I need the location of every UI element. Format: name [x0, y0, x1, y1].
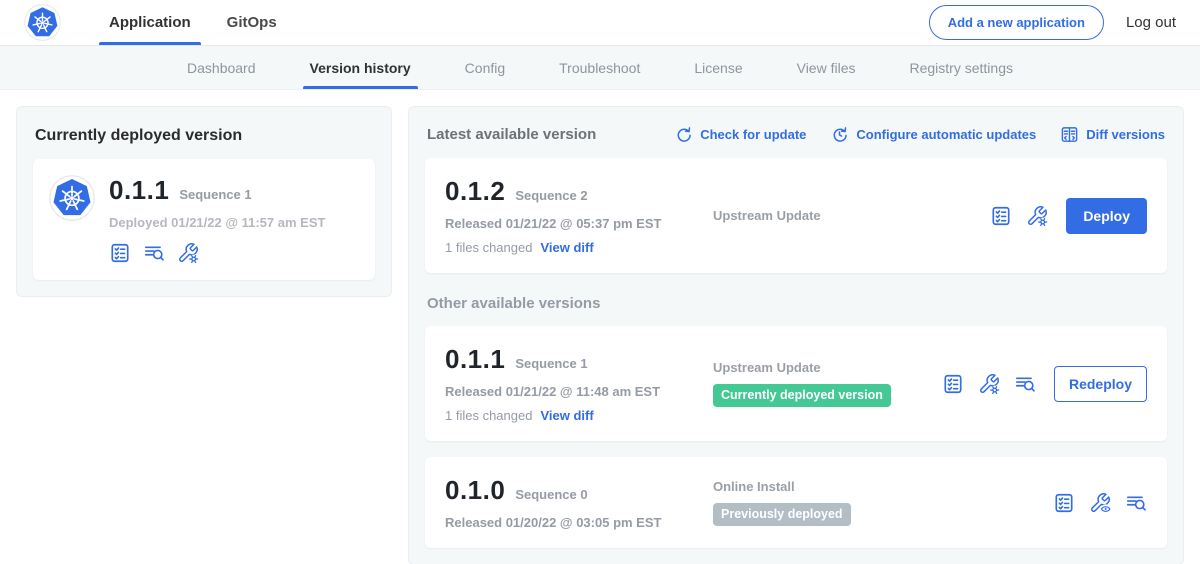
subnav-registry-settings-label: Registry settings	[910, 60, 1013, 76]
diff-columns-icon	[1060, 125, 1079, 144]
version-row-0-1-1: 0.1.1 Sequence 1 Released 01/21/22 @ 11:…	[425, 326, 1167, 441]
subnav-view-files[interactable]: View files	[770, 46, 883, 89]
tab-application[interactable]: Application	[91, 0, 209, 45]
version-history-actions: Check for update Configure automatic upd…	[674, 125, 1165, 144]
top-header: Application GitOps Add a new application…	[0, 0, 1200, 46]
view-diff-link[interactable]: View diff	[540, 240, 593, 255]
deployed-version-info: 0.1.1 Sequence 1 Deployed 01/21/22 @ 11:…	[109, 175, 325, 264]
subnav-troubleshoot-label: Troubleshoot	[559, 60, 640, 76]
deployed-action-icons	[109, 242, 325, 264]
source-label: Upstream Update	[713, 360, 930, 375]
app-tabs: Application GitOps	[91, 0, 295, 45]
version-number: 0.1.1	[445, 344, 505, 375]
deploy-logs-icon[interactable]	[1014, 373, 1036, 395]
other-versions-title: Other available versions	[427, 295, 1165, 312]
subnav-version-history-label: Version history	[310, 60, 411, 76]
subnav-license[interactable]: License	[667, 46, 769, 89]
preflight-checklist-icon[interactable]	[109, 242, 131, 264]
diff-versions-link[interactable]: Diff versions	[1060, 125, 1165, 144]
header-right: Add a new application Log out	[929, 0, 1176, 45]
app-subnav: Dashboard Version history Config Trouble…	[0, 46, 1200, 90]
preflight-checklist-icon[interactable]	[942, 373, 964, 395]
tab-gitops[interactable]: GitOps	[209, 0, 295, 45]
previously-deployed-badge: Previously deployed	[713, 503, 851, 526]
version-actions: Deploy	[990, 198, 1147, 234]
version-source: Upstream Update Currently deployed versi…	[713, 360, 942, 407]
released-timestamp: Released 01/21/22 @ 05:37 pm EST	[445, 216, 713, 231]
check-for-update-link[interactable]: Check for update	[674, 125, 806, 144]
refresh-icon	[674, 125, 693, 144]
currently-deployed-badge: Currently deployed version	[713, 384, 891, 407]
preflight-checklist-icon[interactable]	[1053, 492, 1075, 514]
deployed-timestamp: Deployed 01/21/22 @ 11:57 am EST	[109, 215, 325, 230]
subnav-registry-settings[interactable]: Registry settings	[883, 46, 1040, 89]
kubernetes-logo	[24, 0, 61, 45]
clock-refresh-icon	[830, 125, 849, 144]
view-diff-link[interactable]: View diff	[540, 408, 593, 423]
version-number: 0.1.0	[445, 475, 505, 506]
version-row-0-1-0: 0.1.0 Sequence 0 Released 01/20/22 @ 03:…	[425, 457, 1167, 548]
subnav-config-label: Config	[465, 60, 505, 76]
subnav-version-history[interactable]: Version history	[283, 46, 438, 89]
sequence-label: Sequence 1	[515, 356, 587, 371]
version-info: 0.1.2 Sequence 2 Released 01/21/22 @ 05:…	[445, 176, 713, 255]
source-label: Upstream Update	[713, 208, 978, 223]
preflight-checklist-icon[interactable]	[990, 205, 1012, 227]
version-actions	[1053, 492, 1147, 514]
redeploy-button[interactable]: Redeploy	[1054, 366, 1147, 402]
version-history-panel: Latest available version Check for updat…	[408, 106, 1184, 564]
latest-version-title: Latest available version	[427, 126, 596, 143]
sequence-label: Sequence 2	[515, 188, 587, 203]
version-info: 0.1.1 Sequence 1 Released 01/21/22 @ 11:…	[445, 344, 713, 423]
currently-deployed-title: Currently deployed version	[35, 127, 373, 145]
source-label: Online Install	[713, 479, 1041, 494]
config-wrench-gear-icon[interactable]	[1026, 205, 1048, 227]
deployed-sequence-label: Sequence 1	[179, 187, 251, 202]
currently-deployed-version-card: 0.1.1 Sequence 1 Deployed 01/21/22 @ 11:…	[33, 159, 375, 280]
configure-automatic-updates-label: Configure automatic updates	[856, 127, 1036, 142]
subnav-config[interactable]: Config	[438, 46, 532, 89]
subnav-dashboard[interactable]: Dashboard	[160, 46, 283, 89]
configure-automatic-updates-link[interactable]: Configure automatic updates	[830, 125, 1036, 144]
version-number: 0.1.2	[445, 176, 505, 207]
tab-application-label: Application	[109, 14, 191, 31]
version-row-0-1-2: 0.1.2 Sequence 2 Released 01/21/22 @ 05:…	[425, 158, 1167, 273]
tab-gitops-label: GitOps	[227, 14, 277, 31]
subnav-view-files-label: View files	[797, 60, 856, 76]
logout-button[interactable]: Log out	[1126, 14, 1176, 31]
deploy-button[interactable]: Deploy	[1066, 198, 1147, 234]
subnav-license-label: License	[694, 60, 742, 76]
version-source: Online Install Previously deployed	[713, 479, 1053, 526]
config-wrench-gear-icon[interactable]	[978, 373, 1000, 395]
config-wrench-gear-icon[interactable]	[177, 242, 199, 264]
deploy-logs-icon[interactable]	[1125, 492, 1147, 514]
latest-version-header: Latest available version Check for updat…	[427, 125, 1165, 144]
main-content: Currently deployed version 0.1.1 Sequenc…	[0, 90, 1200, 564]
currently-deployed-card: Currently deployed version 0.1.1 Sequenc…	[16, 106, 392, 297]
files-changed-label: 1 files changed	[445, 408, 532, 423]
released-timestamp: Released 01/20/22 @ 03:05 pm EST	[445, 515, 713, 530]
sequence-label: Sequence 0	[515, 487, 587, 502]
diff-versions-label: Diff versions	[1086, 127, 1165, 142]
add-new-application-button[interactable]: Add a new application	[929, 5, 1104, 40]
subnav-troubleshoot[interactable]: Troubleshoot	[532, 46, 667, 89]
deployed-version-number: 0.1.1	[109, 175, 169, 206]
released-timestamp: Released 01/21/22 @ 11:48 am EST	[445, 384, 713, 399]
check-for-update-label: Check for update	[700, 127, 806, 142]
version-actions: Redeploy	[942, 366, 1147, 402]
app-icon-kubernetes	[49, 175, 95, 221]
subnav-dashboard-label: Dashboard	[187, 60, 256, 76]
files-changed-label: 1 files changed	[445, 240, 532, 255]
version-info: 0.1.0 Sequence 0 Released 01/20/22 @ 03:…	[445, 475, 713, 530]
header-spacer	[295, 0, 929, 45]
version-source: Upstream Update	[713, 208, 990, 223]
deploy-logs-icon[interactable]	[143, 242, 165, 264]
config-wrench-eye-icon[interactable]	[1089, 492, 1111, 514]
